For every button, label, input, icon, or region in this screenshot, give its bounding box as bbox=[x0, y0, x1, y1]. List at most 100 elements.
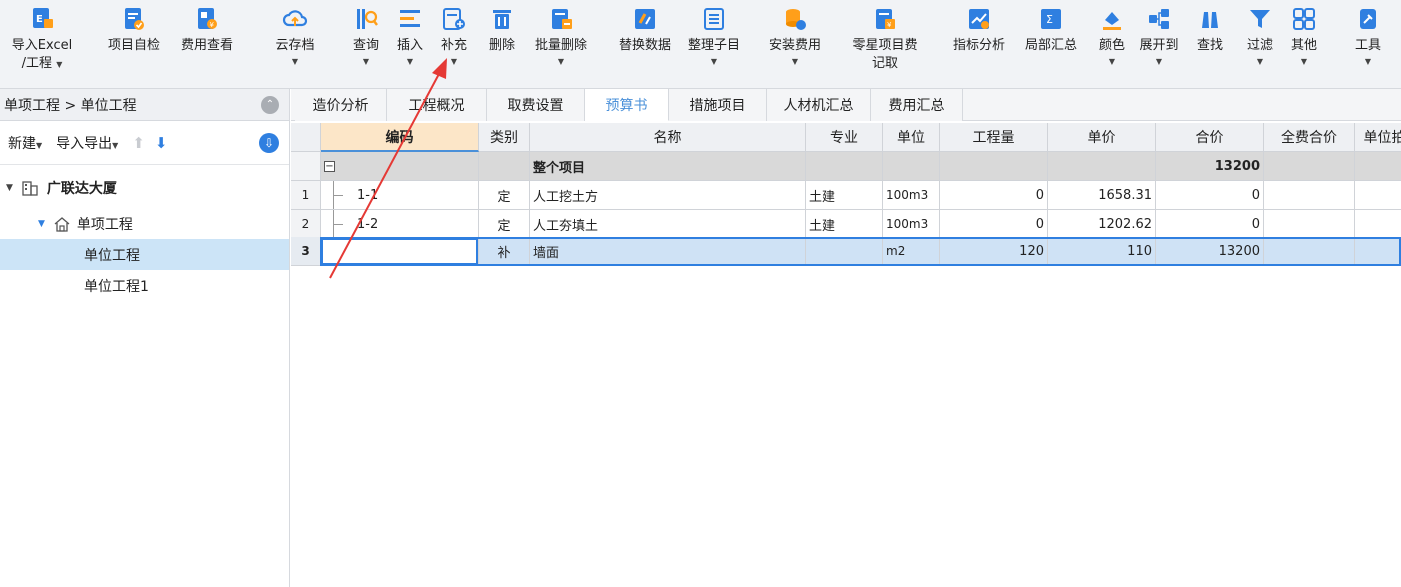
supplement-button[interactable]: 补充 ▼ bbox=[434, 4, 474, 86]
query-button[interactable]: 查询 ▼ bbox=[346, 4, 386, 86]
move-up-icon[interactable]: ⬆ bbox=[132, 134, 145, 152]
col-header-major[interactable]: 专业 bbox=[806, 123, 883, 152]
project-check-button[interactable]: 项目自检 bbox=[102, 4, 166, 86]
cell-code[interactable]: 1-1 bbox=[321, 181, 479, 210]
delete-button[interactable]: 删除 bbox=[482, 4, 522, 86]
col-header-unit-extra[interactable]: 单位拍 bbox=[1355, 123, 1401, 152]
col-header-name[interactable]: 名称 bbox=[530, 123, 806, 152]
replace-data-button[interactable]: 替换数据 bbox=[612, 4, 678, 86]
cell-price[interactable]: 1658.31 bbox=[1048, 181, 1156, 210]
cell-quantity bbox=[940, 152, 1048, 181]
row-number: 2 bbox=[291, 210, 321, 239]
corner-cell bbox=[291, 123, 321, 152]
row-number bbox=[291, 152, 321, 181]
cell-code-editing[interactable]: 补子目1 bbox=[321, 237, 479, 266]
tools-button[interactable]: 工具 ▼ bbox=[1348, 4, 1388, 86]
color-button[interactable]: 颜色 ▼ bbox=[1094, 4, 1130, 86]
tree-item-single-project[interactable]: ▼ 单项工程 bbox=[0, 208, 289, 239]
cell-price[interactable]: 1202.62 bbox=[1048, 210, 1156, 239]
cell-name: 整个项目 bbox=[530, 152, 806, 181]
cell-name[interactable]: 人工夯填土 bbox=[530, 210, 806, 239]
cell-type[interactable]: 定 bbox=[479, 181, 530, 210]
table-row-selected[interactable]: 3 补子目1 补 墙面 m2 120 110 13200 bbox=[291, 237, 1401, 266]
view-tabs: 造价分析 工程概况 取费设置 预算书 措施项目 人材机汇总 费用汇总 bbox=[291, 89, 1401, 121]
other-button[interactable]: 其他 ▼ bbox=[1284, 4, 1324, 86]
filter-button[interactable]: 过滤 ▼ bbox=[1240, 4, 1280, 86]
budget-grid: 编码 类别 名称 专业 单位 工程量 单价 合价 全费合价 单位拍 − 整个项目… bbox=[291, 123, 1401, 587]
tree-item-label: 单项工程 bbox=[76, 216, 133, 233]
import-excel-button[interactable]: E 导入Excel/工程 ▼ bbox=[6, 4, 78, 86]
expand-to-label: 展开到 bbox=[1139, 38, 1179, 53]
import-excel-icon: E bbox=[33, 8, 53, 28]
cell-name[interactable]: 墙面 bbox=[530, 237, 806, 266]
organize-items-label: 整理子目 bbox=[687, 38, 740, 53]
organize-items-button[interactable]: 整理子目 ▼ bbox=[682, 4, 746, 86]
group-expand-cell[interactable]: − bbox=[321, 152, 479, 181]
col-header-total[interactable]: 合价 bbox=[1156, 123, 1264, 152]
cell-type[interactable]: 定 bbox=[479, 210, 530, 239]
cell-major[interactable]: 土建 bbox=[806, 181, 883, 210]
collapse-up-icon[interactable]: ⌃ bbox=[261, 96, 279, 114]
breadcrumb-text: 单项工程 > 单位工程 bbox=[4, 97, 137, 114]
expand-caret-icon: ▼ bbox=[6, 182, 13, 193]
import-export-button[interactable]: 导入导出▼ bbox=[56, 133, 118, 153]
table-row-group[interactable]: − 整个项目 13200 bbox=[291, 152, 1401, 181]
tree-item-building[interactable]: ▼ 广联达大厦 bbox=[0, 172, 289, 203]
partial-summary-button[interactable]: Σ 局部汇总 bbox=[1018, 4, 1084, 86]
filter-caret-icon: ▼ bbox=[1256, 57, 1264, 66]
import-export-label: 导入导出 bbox=[56, 135, 113, 152]
install-cost-button[interactable]: 安装费用 ▼ bbox=[762, 4, 828, 86]
tab-cost-analysis[interactable]: 造价分析 bbox=[295, 89, 387, 121]
cell-quantity[interactable]: 0 bbox=[940, 181, 1048, 210]
left-toolbar: 新建▼ 导入导出▼ ⬆ ⬇ ⇩ bbox=[0, 121, 289, 165]
col-header-quantity[interactable]: 工程量 bbox=[940, 123, 1048, 152]
col-header-full-total[interactable]: 全费合价 bbox=[1264, 123, 1355, 152]
download-icon[interactable]: ⇩ bbox=[259, 133, 279, 153]
tab-fee-settings[interactable]: 取费设置 bbox=[487, 89, 585, 121]
cloud-save-button[interactable]: 云存档 ▼ bbox=[268, 4, 322, 86]
table-row[interactable]: 2 1-2 定 人工夯填土 土建 100m3 0 1202.62 0 bbox=[291, 210, 1401, 239]
cell-unit[interactable]: 100m3 bbox=[883, 181, 940, 210]
new-button[interactable]: 新建▼ bbox=[8, 133, 42, 153]
building-icon bbox=[22, 180, 38, 196]
tab-measures[interactable]: 措施项目 bbox=[669, 89, 767, 121]
tools-label: 工具 bbox=[1354, 38, 1381, 53]
home-icon bbox=[54, 216, 70, 232]
cell-name[interactable]: 人工挖土方 bbox=[530, 181, 806, 210]
cell-quantity[interactable]: 120 bbox=[940, 237, 1048, 266]
other-label: 其他 bbox=[1290, 38, 1317, 53]
misc-cost-button[interactable]: ¥ 零星项目费 记取 bbox=[844, 4, 926, 86]
project-tree-panel: 单项工程 > 单位工程 ⌃ 新建▼ 导入导出▼ ⬆ ⬇ ⇩ ▼ 广联达大厦 ▼ … bbox=[0, 89, 290, 587]
cell-major[interactable]: 土建 bbox=[806, 210, 883, 239]
color-icon bbox=[1103, 12, 1121, 30]
cell-type[interactable]: 补 bbox=[479, 237, 530, 266]
grid-header: 编码 类别 名称 专业 单位 工程量 单价 合价 全费合价 单位拍 bbox=[291, 123, 1401, 152]
index-analysis-button[interactable]: 指标分析 bbox=[946, 4, 1012, 86]
cost-view-button[interactable]: ¥ 费用查看 bbox=[174, 4, 240, 86]
table-row[interactable]: 1 1-1 定 人工挖土方 土建 100m3 0 1658.31 0 bbox=[291, 181, 1401, 210]
tree-item-unit-project-1[interactable]: 单位工程1 bbox=[0, 270, 289, 301]
cell-code[interactable]: 1-2 bbox=[321, 210, 479, 239]
tab-labor-material-summary[interactable]: 人材机汇总 bbox=[767, 89, 871, 121]
cell-quantity[interactable]: 0 bbox=[940, 210, 1048, 239]
expand-to-button[interactable]: 展开到 ▼ bbox=[1134, 4, 1184, 86]
insert-button[interactable]: 插入 ▼ bbox=[390, 4, 430, 86]
col-header-unit[interactable]: 单位 bbox=[883, 123, 940, 152]
batch-delete-label: 批量删除 bbox=[534, 38, 587, 53]
tab-project-overview[interactable]: 工程概况 bbox=[387, 89, 487, 121]
tab-budget[interactable]: 预算书 bbox=[585, 89, 669, 121]
move-down-icon[interactable]: ⬇ bbox=[155, 134, 168, 152]
col-header-code[interactable]: 编码 bbox=[321, 123, 479, 152]
tree-item-unit-project[interactable]: 单位工程 bbox=[0, 239, 289, 270]
collapse-box-icon[interactable]: − bbox=[324, 160, 335, 172]
batch-delete-button[interactable]: 批量删除 ▼ bbox=[528, 4, 594, 86]
cell-unit[interactable]: m2 bbox=[883, 237, 940, 266]
cell-unit[interactable]: 100m3 bbox=[883, 210, 940, 239]
cell-price[interactable]: 110 bbox=[1048, 237, 1156, 266]
tab-cost-summary[interactable]: 费用汇总 bbox=[871, 89, 963, 121]
col-header-price[interactable]: 单价 bbox=[1048, 123, 1156, 152]
find-button[interactable]: 查找 bbox=[1192, 4, 1228, 86]
col-header-type[interactable]: 类别 bbox=[479, 123, 530, 152]
organize-items-caret-icon: ▼ bbox=[710, 57, 718, 66]
cell-major[interactable] bbox=[806, 237, 883, 266]
